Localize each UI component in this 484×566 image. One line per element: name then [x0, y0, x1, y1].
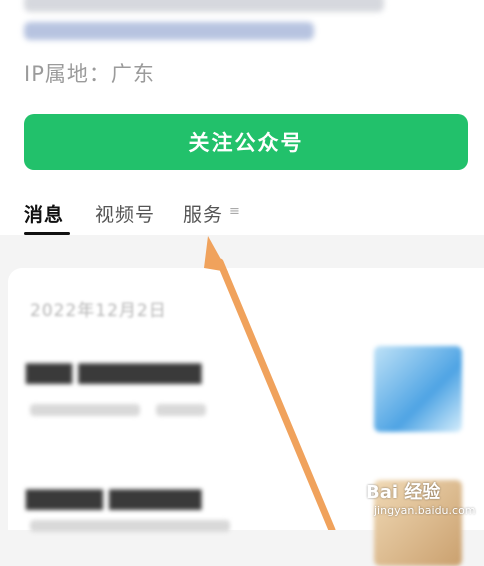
watermark-logo-text: Bai 经验	[366, 482, 441, 503]
watermark-url: jingyan.baidu.com	[374, 504, 476, 517]
pointer-arrow-icon	[204, 236, 336, 530]
baidu-jingyan-watermark: Bai 经验 jingyan.baidu.com	[366, 478, 476, 522]
